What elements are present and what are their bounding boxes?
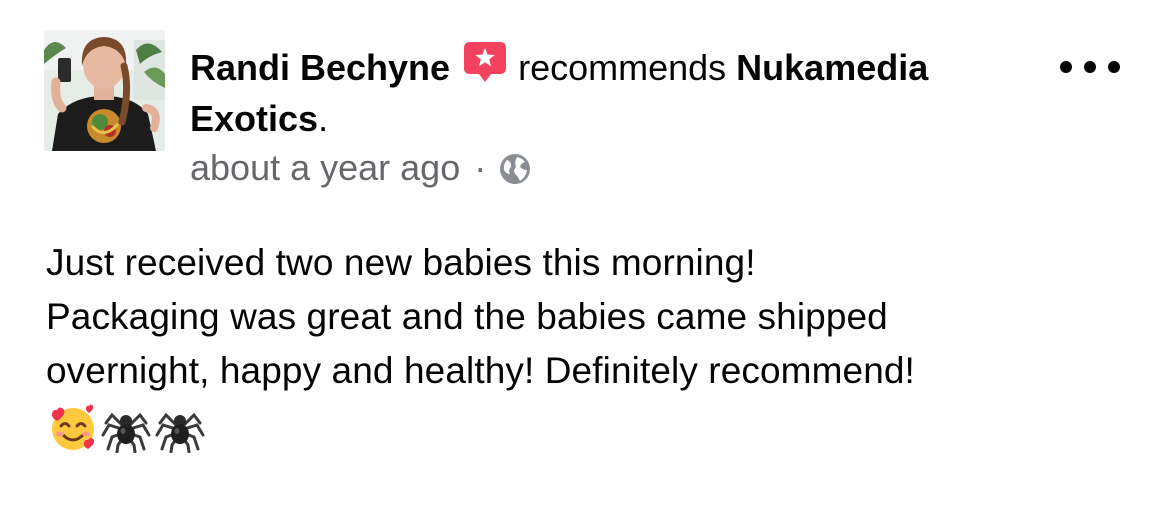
more-dot — [1108, 61, 1120, 73]
author-name[interactable]: Randi Bechyne — [190, 47, 450, 88]
post-body-line: overnight, happy and healthy! Definitely… — [46, 350, 915, 391]
spider-icon — [155, 412, 205, 453]
post-body-line: Just received two new babies this mornin… — [46, 242, 756, 283]
recommends-text: recommends — [518, 47, 727, 88]
more-dot — [1060, 61, 1072, 73]
page-name-suffix: . — [318, 98, 329, 139]
spider-icon — [101, 412, 151, 453]
avatar[interactable] — [44, 30, 165, 151]
post-meta: about a year ago · — [190, 146, 532, 190]
globe-icon[interactable] — [498, 152, 532, 186]
timestamp[interactable]: about a year ago — [190, 146, 460, 190]
recommendation-post: Randi Bechyne recommends Nukamedia Exoti… — [0, 0, 1170, 531]
recommendation-star-icon — [462, 40, 508, 86]
post-body: Just received two new babies this mornin… — [46, 236, 1126, 398]
post-header: Randi Bechyne recommends Nukamedia Exoti… — [190, 40, 1020, 144]
smiling-face-with-hearts-icon — [52, 404, 95, 450]
meta-separator: · — [474, 147, 487, 188]
post-body-line: Packaging was great and the babies came … — [46, 296, 888, 337]
more-dot — [1084, 61, 1096, 73]
emoji-row — [46, 400, 206, 454]
more-options-icon[interactable] — [1060, 50, 1120, 84]
